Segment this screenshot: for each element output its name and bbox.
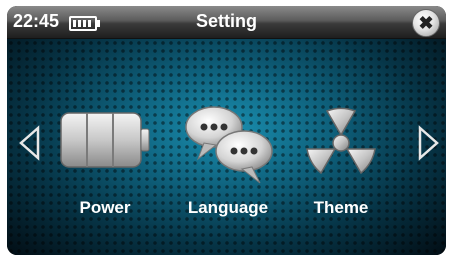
language-label: Language bbox=[187, 198, 269, 217]
page-title: Setting bbox=[196, 11, 257, 31]
next-arrow-button[interactable] bbox=[416, 125, 440, 161]
device-screen: 22:45 Setting ✖ Power Language Theme bbox=[7, 6, 446, 255]
close-icon: ✖ bbox=[418, 13, 434, 33]
theme-item[interactable]: Theme bbox=[286, 91, 396, 221]
title-bar: 22:45 Setting ✖ bbox=[7, 6, 446, 39]
settings-carousel: Power Language Theme bbox=[7, 39, 446, 255]
language-item[interactable]: Language bbox=[173, 91, 283, 221]
close-button[interactable]: ✖ bbox=[412, 9, 440, 37]
theme-label: Theme bbox=[313, 198, 369, 217]
radiation-symbol-icon bbox=[306, 107, 376, 175]
speech-bubbles-icon bbox=[185, 106, 273, 184]
power-label: Power bbox=[79, 198, 131, 217]
previous-arrow-button[interactable] bbox=[18, 125, 42, 161]
power-item[interactable]: Power bbox=[50, 91, 160, 221]
battery-icon bbox=[60, 112, 150, 168]
